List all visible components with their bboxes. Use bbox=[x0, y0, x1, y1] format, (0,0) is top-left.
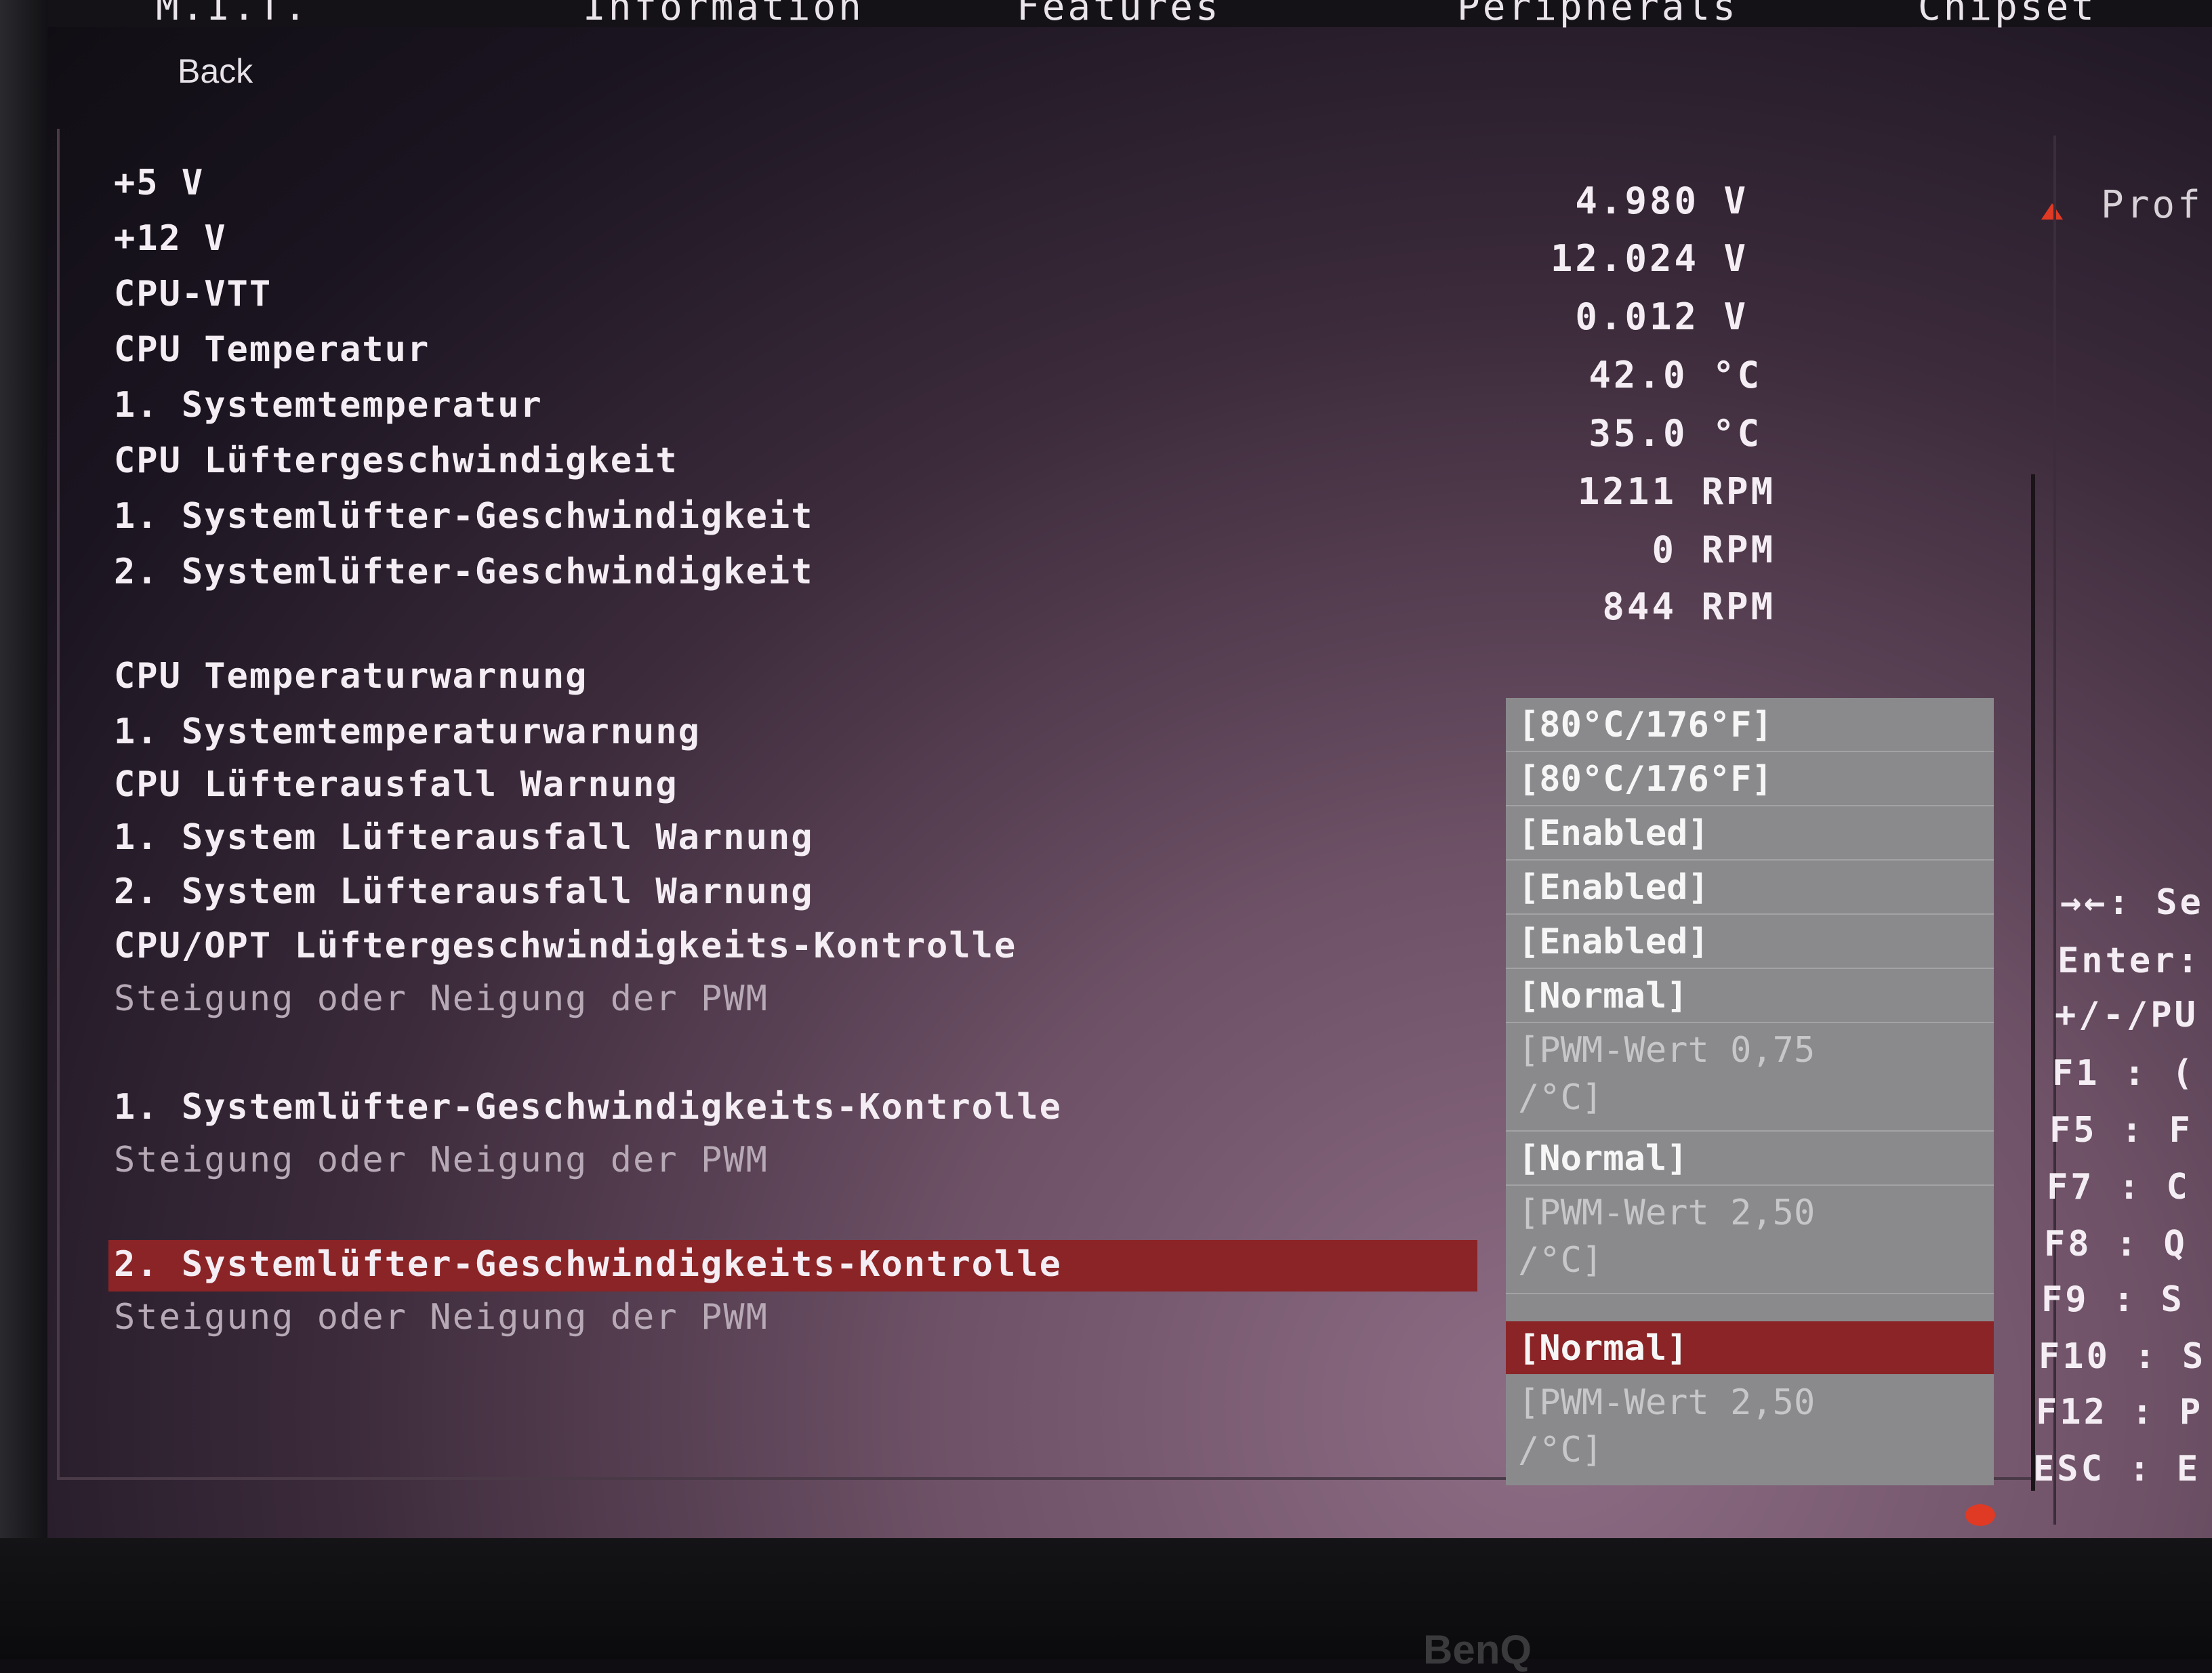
option-value[interactable]: [Enabled] bbox=[1518, 922, 1709, 962]
monitor-label: 1. Systemtemperatur bbox=[114, 385, 543, 426]
help-line: F7 : C bbox=[2047, 1167, 2190, 1207]
help-line: →←: Se bbox=[2060, 882, 2204, 923]
monitor-label: 2. Systemlüfter-Geschwindigkeit bbox=[114, 552, 814, 592]
monitor-brand-logo: BenQ bbox=[1423, 1627, 1532, 1672]
option-divider bbox=[1506, 913, 1994, 915]
setting-label[interactable]: 1. Systemlüfter-Geschwindigkeits-Kontrol… bbox=[114, 1087, 1062, 1128]
option-divider bbox=[1506, 1184, 1994, 1186]
setting-label[interactable]: 1. Systemtemperaturwarnung bbox=[114, 711, 701, 752]
tab-chipset[interactable]: Chipset bbox=[1918, 0, 2097, 29]
monitor-value: 1211 RPM bbox=[1577, 470, 1776, 513]
monitor-label: +5 V bbox=[114, 163, 205, 203]
monitor-value: 4.980 V bbox=[1575, 180, 1748, 222]
monitor-value: 0.012 V bbox=[1575, 295, 1748, 338]
help-line: F12 : P bbox=[2036, 1392, 2204, 1432]
monitor-value: 12.024 V bbox=[1550, 237, 1748, 280]
setting-label[interactable]: CPU Lüfterausfall Warnung bbox=[114, 764, 678, 805]
option-divider bbox=[1506, 1022, 1994, 1023]
setting-label-disabled: Steigung oder Neigung der PWM bbox=[114, 978, 769, 1019]
setting-label[interactable]: CPU Temperaturwarnung bbox=[114, 656, 588, 697]
option-divider bbox=[1506, 968, 1994, 969]
tab-information[interactable]: Information bbox=[583, 0, 864, 29]
help-line: +/-/PU bbox=[2055, 995, 2198, 1035]
tab-peripherals[interactable]: Peripherals bbox=[1457, 0, 1738, 29]
option-value[interactable]: [Normal] bbox=[1518, 1138, 1687, 1179]
setting-label[interactable]: 2. System Lüfterausfall Warnung bbox=[114, 871, 814, 912]
help-line: F9 : S bbox=[2041, 1279, 2185, 1320]
option-values-column: [80°C/176°F] [80°C/176°F] [Enabled] [Ena… bbox=[1506, 698, 1994, 1485]
setting-label[interactable]: CPU/OPT Lüftergeschwindigkeits-Kontrolle bbox=[114, 926, 1017, 966]
setting-label[interactable]: 1. System Lüfterausfall Warnung bbox=[114, 817, 814, 858]
help-line: F8 : Q bbox=[2044, 1224, 2188, 1264]
monitor-value: 0 RPM bbox=[1652, 529, 1776, 571]
option-value-disabled: [PWM-Wert 2,50 bbox=[1518, 1382, 1816, 1423]
profile-label: Prof bbox=[2101, 183, 2203, 227]
setting-label-disabled: Steigung oder Neigung der PWM bbox=[114, 1140, 769, 1180]
option-value[interactable]: [80°C/176°F] bbox=[1518, 705, 1773, 745]
option-divider bbox=[1506, 1293, 1994, 1294]
option-value-disabled: [PWM-Wert 0,75 bbox=[1518, 1030, 1816, 1071]
option-divider bbox=[1506, 751, 1994, 752]
option-value[interactable]: [Normal] bbox=[1518, 976, 1687, 1016]
monitor-label: CPU Temperatur bbox=[114, 329, 430, 370]
scrollbar-track[interactable] bbox=[2031, 474, 2035, 1491]
option-divider bbox=[1506, 805, 1994, 806]
option-value-disabled: [PWM-Wert 2,50 bbox=[1518, 1193, 1816, 1233]
monitor-label: CPU Lüftergeschwindigkeit bbox=[114, 440, 678, 481]
option-value-selected[interactable]: [Normal] bbox=[1518, 1328, 1687, 1369]
monitor-bezel-bottom bbox=[0, 1538, 2212, 1659]
monitor-label: 1. Systemlüfter-Geschwindigkeit bbox=[114, 496, 814, 537]
option-value[interactable]: [80°C/176°F] bbox=[1518, 759, 1773, 800]
monitor-value: 35.0 °C bbox=[1589, 412, 1762, 455]
monitor-bezel-left bbox=[0, 0, 47, 1659]
monitor-value: 844 RPM bbox=[1602, 585, 1776, 628]
help-line: F10 : S bbox=[2039, 1336, 2207, 1377]
tab-mit[interactable]: M.I.T. bbox=[156, 0, 309, 29]
option-divider bbox=[1506, 1130, 1994, 1132]
help-line: ESC : E bbox=[2033, 1449, 2201, 1489]
help-line: F1 : ( bbox=[2052, 1053, 2196, 1094]
back-button[interactable]: Back bbox=[178, 51, 253, 91]
option-value-disabled: /°C] bbox=[1518, 1240, 1603, 1281]
option-value[interactable]: [Enabled] bbox=[1518, 813, 1709, 854]
monitor-value: 42.0 °C bbox=[1589, 354, 1762, 396]
help-line: F5 : F bbox=[2049, 1110, 2193, 1151]
option-value[interactable]: [Enabled] bbox=[1518, 867, 1709, 908]
option-value-disabled: /°C] bbox=[1518, 1430, 1603, 1470]
setting-label-selected[interactable]: 2. Systemlüfter-Geschwindigkeits-Kontrol… bbox=[114, 1244, 1062, 1285]
monitor-label: CPU-VTT bbox=[114, 274, 272, 314]
tab-features[interactable]: Features bbox=[1017, 0, 1221, 29]
scroll-down-arrow-icon[interactable] bbox=[1965, 1504, 1995, 1526]
option-divider bbox=[1506, 859, 1994, 861]
monitor-label: +12 V bbox=[114, 218, 227, 259]
option-value-disabled: /°C] bbox=[1518, 1077, 1603, 1118]
help-line: Enter: bbox=[2057, 941, 2201, 981]
setting-label-disabled: Steigung oder Neigung der PWM bbox=[114, 1297, 769, 1338]
